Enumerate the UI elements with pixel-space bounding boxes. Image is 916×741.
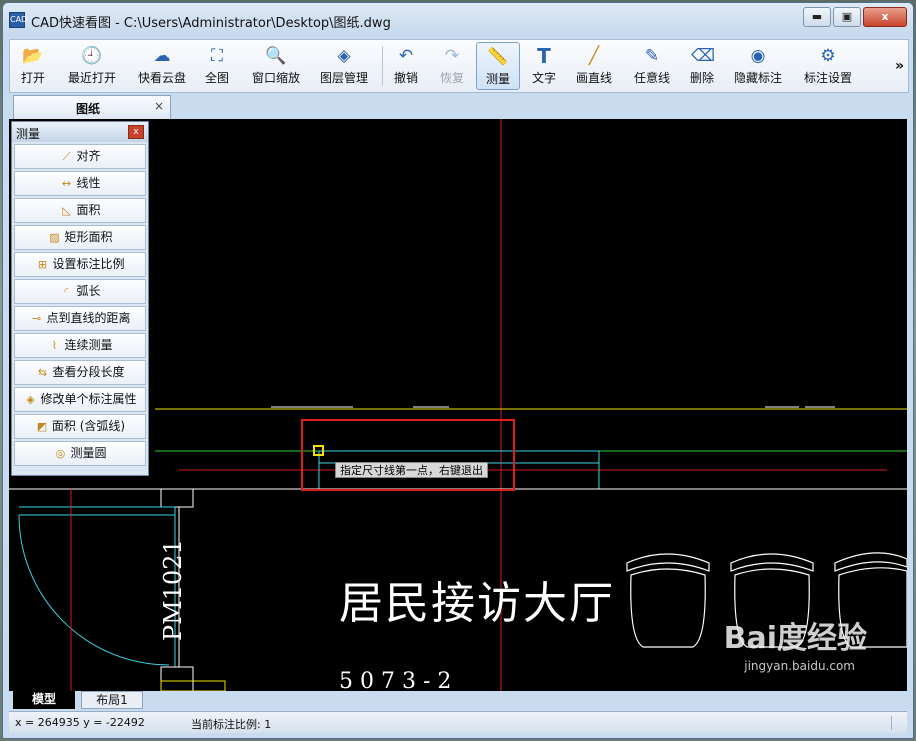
text-icon: T [537, 44, 551, 68]
hide-annotation-button[interactable]: ◉ 隐藏标注 [728, 42, 788, 90]
document-tab-row: 图纸 × [9, 95, 909, 119]
maximize-button[interactable]: ▣ [833, 7, 861, 27]
layout-tab-row: 模型 布局1 [9, 691, 907, 709]
toolbar-more-button[interactable]: » [895, 58, 904, 74]
fit-all-icon: ⛶ [211, 46, 223, 66]
segment-length-button[interactable]: ⇆ 查看分段长度 [14, 360, 146, 385]
status-bar: x = 264935 y = -22492 当前标注比例: 1 [9, 711, 907, 733]
rect-area-icon: ▨ [49, 231, 60, 244]
hide-eye-icon: ◉ [750, 46, 766, 66]
cad-app-icon: CAD [9, 12, 27, 28]
draw-line-button[interactable]: ╱ 画直线 [570, 42, 618, 90]
column-box [160, 488, 194, 508]
pen-icon: ✎ [644, 46, 660, 66]
tab-drawing[interactable]: 图纸 × [13, 95, 171, 119]
delete-button[interactable]: ⌫ 删除 [684, 42, 720, 90]
linear-measure-icon: ↔ [61, 177, 72, 190]
snap-cursor-icon [313, 445, 324, 456]
annotation-settings-button[interactable]: ⚙ 标注设置 [798, 42, 858, 90]
main-toolbar: 📂 打开 🕘 最近打开 ☁ 快看云盘 ⛶ 全图 🔍 窗口缩放 ◈ 图层管理 ↶ … [9, 39, 909, 93]
door-label: PM1021 [159, 539, 187, 641]
measure-circle-button[interactable]: ◎ 测量圆 [14, 441, 146, 466]
layer-manager-button[interactable]: ◈ 图层管理 [314, 42, 374, 90]
clock-history-icon: 🕘 [81, 46, 103, 66]
segment-length-icon: ⇆ [37, 366, 48, 379]
partial-dimension-label: 5 0 7 3 - 2 [339, 669, 452, 691]
folder-open-icon: 📂 [22, 46, 44, 66]
annotation-settings-icon: ⚙ [820, 46, 836, 66]
freehand-line-button[interactable]: ✎ 任意线 [628, 42, 676, 90]
chair-1 [626, 553, 710, 648]
set-annotation-scale-button[interactable]: ⊞ 设置标注比例 [14, 252, 146, 277]
undo-icon: ↶ [398, 46, 414, 66]
zoom-window-button[interactable]: 🔍 窗口缩放 [246, 42, 306, 90]
arc-length-icon: ◜ [64, 285, 69, 298]
toolbar-separator [382, 46, 383, 86]
line-icon: ╱ [588, 46, 600, 66]
tab-model[interactable]: 模型 [13, 691, 75, 709]
redo-button[interactable]: ↷ 恢复 [434, 42, 470, 90]
drawing-canvas[interactable]: 居民接访大厅 PM1021 5 0 7 3 - 2 指定尺寸线第一点，右键退出 … [9, 119, 907, 691]
point-line-distance-icon: ⊸ [31, 312, 42, 325]
ruler-icon: 📏 [487, 47, 509, 67]
edit-annotation-icon: ◈ [26, 393, 35, 406]
edit-annotation-button[interactable]: ◈ 修改单个标注属性 [14, 387, 146, 412]
door-swing-arc [18, 514, 170, 666]
arc-area-icon: ◩ [36, 420, 48, 433]
measure-area-button[interactable]: ◺ 面积 [14, 198, 146, 223]
baidu-watermark-url: jingyan.baidu.com [744, 659, 855, 673]
measure-panel-close-button[interactable]: x [128, 125, 144, 139]
measure-point-line-distance-button[interactable]: ⊸ 点到直线的距离 [14, 306, 146, 331]
cursor-coordinates: x = 264935 y = -22492 [15, 716, 145, 729]
open-button[interactable]: 📂 打开 [16, 42, 50, 90]
measure-arc-length-button[interactable]: ◜ 弧长 [14, 279, 146, 304]
close-button[interactable]: x [863, 7, 907, 27]
cloud-disk-button[interactable]: ☁ 快看云盘 [132, 42, 192, 90]
align-measure-icon: ⟋ [62, 150, 71, 163]
text-button[interactable]: T 文字 [526, 42, 562, 90]
minimize-button[interactable]: ▬ [803, 7, 831, 27]
recent-open-button[interactable]: 🕘 最近打开 [62, 42, 122, 90]
close-tab-icon[interactable]: × [154, 99, 164, 113]
fit-all-button[interactable]: ⛶ 全图 [200, 42, 234, 90]
circle-measure-icon: ◎ [55, 447, 66, 460]
measure-panel: 测量 x ⟋ 对齐 ↔ 线性 ◺ 面积 ▨ 矩形面积 ⊞ 设置标注比例 ◜ 弧长 ⊸ 点到直线… [11, 121, 149, 476]
measure-linear-button[interactable]: ↔ 线性 [14, 171, 146, 196]
continuous-measure-button[interactable]: ⌇ 连续测量 [14, 333, 146, 358]
measure-align-button[interactable]: ⟋ 对齐 [14, 144, 146, 169]
zoom-window-icon: 🔍 [265, 46, 287, 66]
measure-rect-area-button[interactable]: ▨ 矩形面积 [14, 225, 146, 250]
column-box-bottom [160, 666, 194, 691]
undo-button[interactable]: ↶ 撤销 [388, 42, 424, 90]
eraser-icon: ⌫ [691, 46, 716, 66]
app-window: CAD CAD快速看图 - C:\Users\Administrator\Des… [2, 2, 914, 739]
resize-grip-icon[interactable] [891, 716, 903, 730]
continuous-measure-icon: ⌇ [51, 339, 58, 352]
measure-button[interactable]: 📏 测量 [476, 42, 520, 90]
area-icon: ◺ [62, 204, 71, 217]
redo-icon: ↷ [444, 46, 460, 66]
window-title: CAD快速看图 - C:\Users\Administrator\Desktop… [31, 16, 391, 31]
scale-icon: ⊞ [37, 258, 48, 271]
tab-layout1[interactable]: 布局1 [81, 691, 143, 709]
baidu-watermark: Bai度经验 [723, 621, 867, 656]
highlight-annotation-box [301, 419, 515, 491]
hall-label: 居民接访大厅 [339, 578, 615, 629]
command-prompt-tooltip: 指定尺寸线第一点，右键退出 [335, 462, 488, 478]
annotation-scale-status: 当前标注比例: 1 [191, 718, 272, 731]
title-bar[interactable]: CAD CAD快速看图 - C:\Users\Administrator\Des… [3, 3, 913, 37]
measure-arc-area-button[interactable]: ◩ 面积 (含弧线) [14, 414, 146, 439]
measure-panel-title-bar[interactable]: 测量 x [12, 122, 148, 142]
cloud-icon: ☁ [153, 46, 171, 66]
layers-icon: ◈ [337, 46, 351, 66]
